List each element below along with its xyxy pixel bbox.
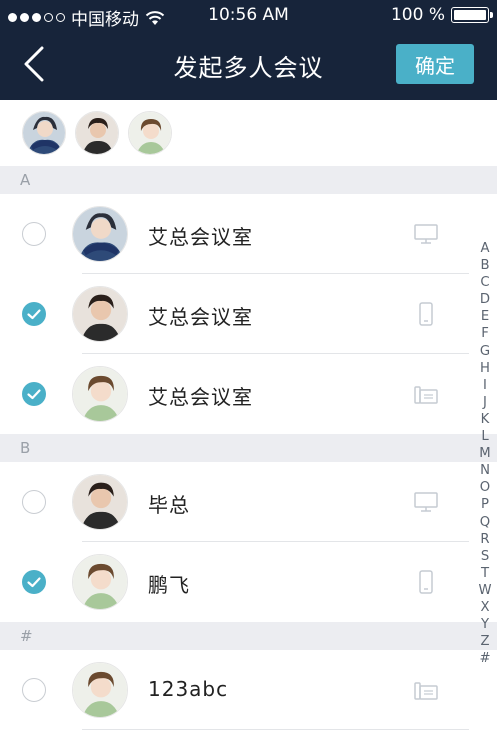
deskphone-icon (414, 386, 438, 404)
index-letter[interactable]: A (476, 240, 494, 257)
index-letter[interactable]: W (476, 582, 494, 599)
section-header-hash: # (0, 622, 497, 650)
index-letter[interactable]: D (476, 291, 494, 308)
select-radio[interactable] (22, 678, 46, 702)
status-bar: 中国移动 10:56 AM 100 % (0, 0, 497, 30)
index-letter[interactable]: L (476, 428, 494, 445)
contact-row[interactable]: 艾总会议室 (0, 274, 497, 354)
select-radio[interactable] (22, 490, 46, 514)
avatar (72, 554, 128, 610)
select-radio[interactable] (22, 222, 46, 246)
contact-row[interactable]: 鹏飞 (0, 542, 497, 622)
index-letter[interactable]: H (476, 360, 494, 377)
contact-name: 艾总会议室 (148, 305, 253, 329)
phone-icon (419, 570, 433, 594)
selected-avatar[interactable] (75, 111, 119, 155)
avatar (72, 206, 128, 262)
section-header-a: A (0, 166, 497, 194)
selected-avatar[interactable] (128, 111, 172, 155)
index-letter[interactable]: M (476, 445, 494, 462)
check-icon (27, 577, 41, 588)
index-letter[interactable]: F (476, 325, 494, 342)
deskphone-icon (414, 682, 438, 700)
index-letter[interactable]: T (476, 565, 494, 582)
select-radio-checked[interactable] (22, 382, 46, 406)
index-letter[interactable]: C (476, 274, 494, 291)
alphabet-index[interactable]: A B C D E F G H I J K L M N O P Q R S T W X Y Z # (476, 240, 494, 667)
select-radio-checked[interactable] (22, 570, 46, 594)
contact-name: 鹏飞 (148, 573, 190, 597)
selected-avatar[interactable] (22, 111, 66, 155)
avatar (72, 366, 128, 422)
index-letter[interactable]: J (476, 394, 494, 411)
index-letter[interactable]: S (476, 548, 494, 565)
contact-name: 毕总 (148, 493, 190, 517)
contact-name: 艾总会议室 (148, 385, 253, 409)
index-letter[interactable]: P (476, 496, 494, 513)
index-letter[interactable]: K (476, 411, 494, 428)
desktop-icon (414, 492, 438, 512)
selected-participants (0, 100, 497, 166)
contact-row[interactable]: 毕总 (0, 462, 497, 542)
avatar (72, 474, 128, 530)
index-letter[interactable]: X (476, 599, 494, 616)
index-letter[interactable]: B (476, 257, 494, 274)
phone-icon (419, 302, 433, 326)
index-letter[interactable]: Q (476, 514, 494, 531)
contact-row[interactable]: 123abc (0, 650, 497, 730)
check-icon (27, 389, 41, 400)
avatar (72, 662, 128, 718)
row-divider (82, 729, 469, 730)
contact-row[interactable]: 艾总会议室 (0, 194, 497, 274)
contact-row[interactable]: 艾总会议室 (0, 354, 497, 434)
battery-icon (451, 7, 493, 23)
battery-percent: 100 % (390, 5, 445, 25)
index-letter[interactable]: Y (476, 616, 494, 633)
contact-name: 艾总会议室 (148, 225, 253, 249)
index-letter[interactable]: R (476, 531, 494, 548)
confirm-button[interactable]: 确定 (396, 44, 474, 84)
desktop-icon (414, 224, 438, 244)
contact-name: 123abc (148, 677, 229, 701)
battery-area: 100 % (390, 5, 493, 25)
nav-bar: 发起多人会议 确定 (0, 30, 497, 100)
index-letter[interactable]: O (476, 479, 494, 496)
index-letter[interactable]: # (476, 650, 494, 667)
index-letter[interactable]: E (476, 308, 494, 325)
index-letter[interactable]: N (476, 462, 494, 479)
section-header-b: B (0, 434, 497, 462)
index-letter[interactable]: I (476, 377, 494, 394)
select-radio-checked[interactable] (22, 302, 46, 326)
index-letter[interactable]: Z (476, 633, 494, 650)
avatar (72, 286, 128, 342)
index-letter[interactable]: G (476, 343, 494, 360)
check-icon (27, 309, 41, 320)
